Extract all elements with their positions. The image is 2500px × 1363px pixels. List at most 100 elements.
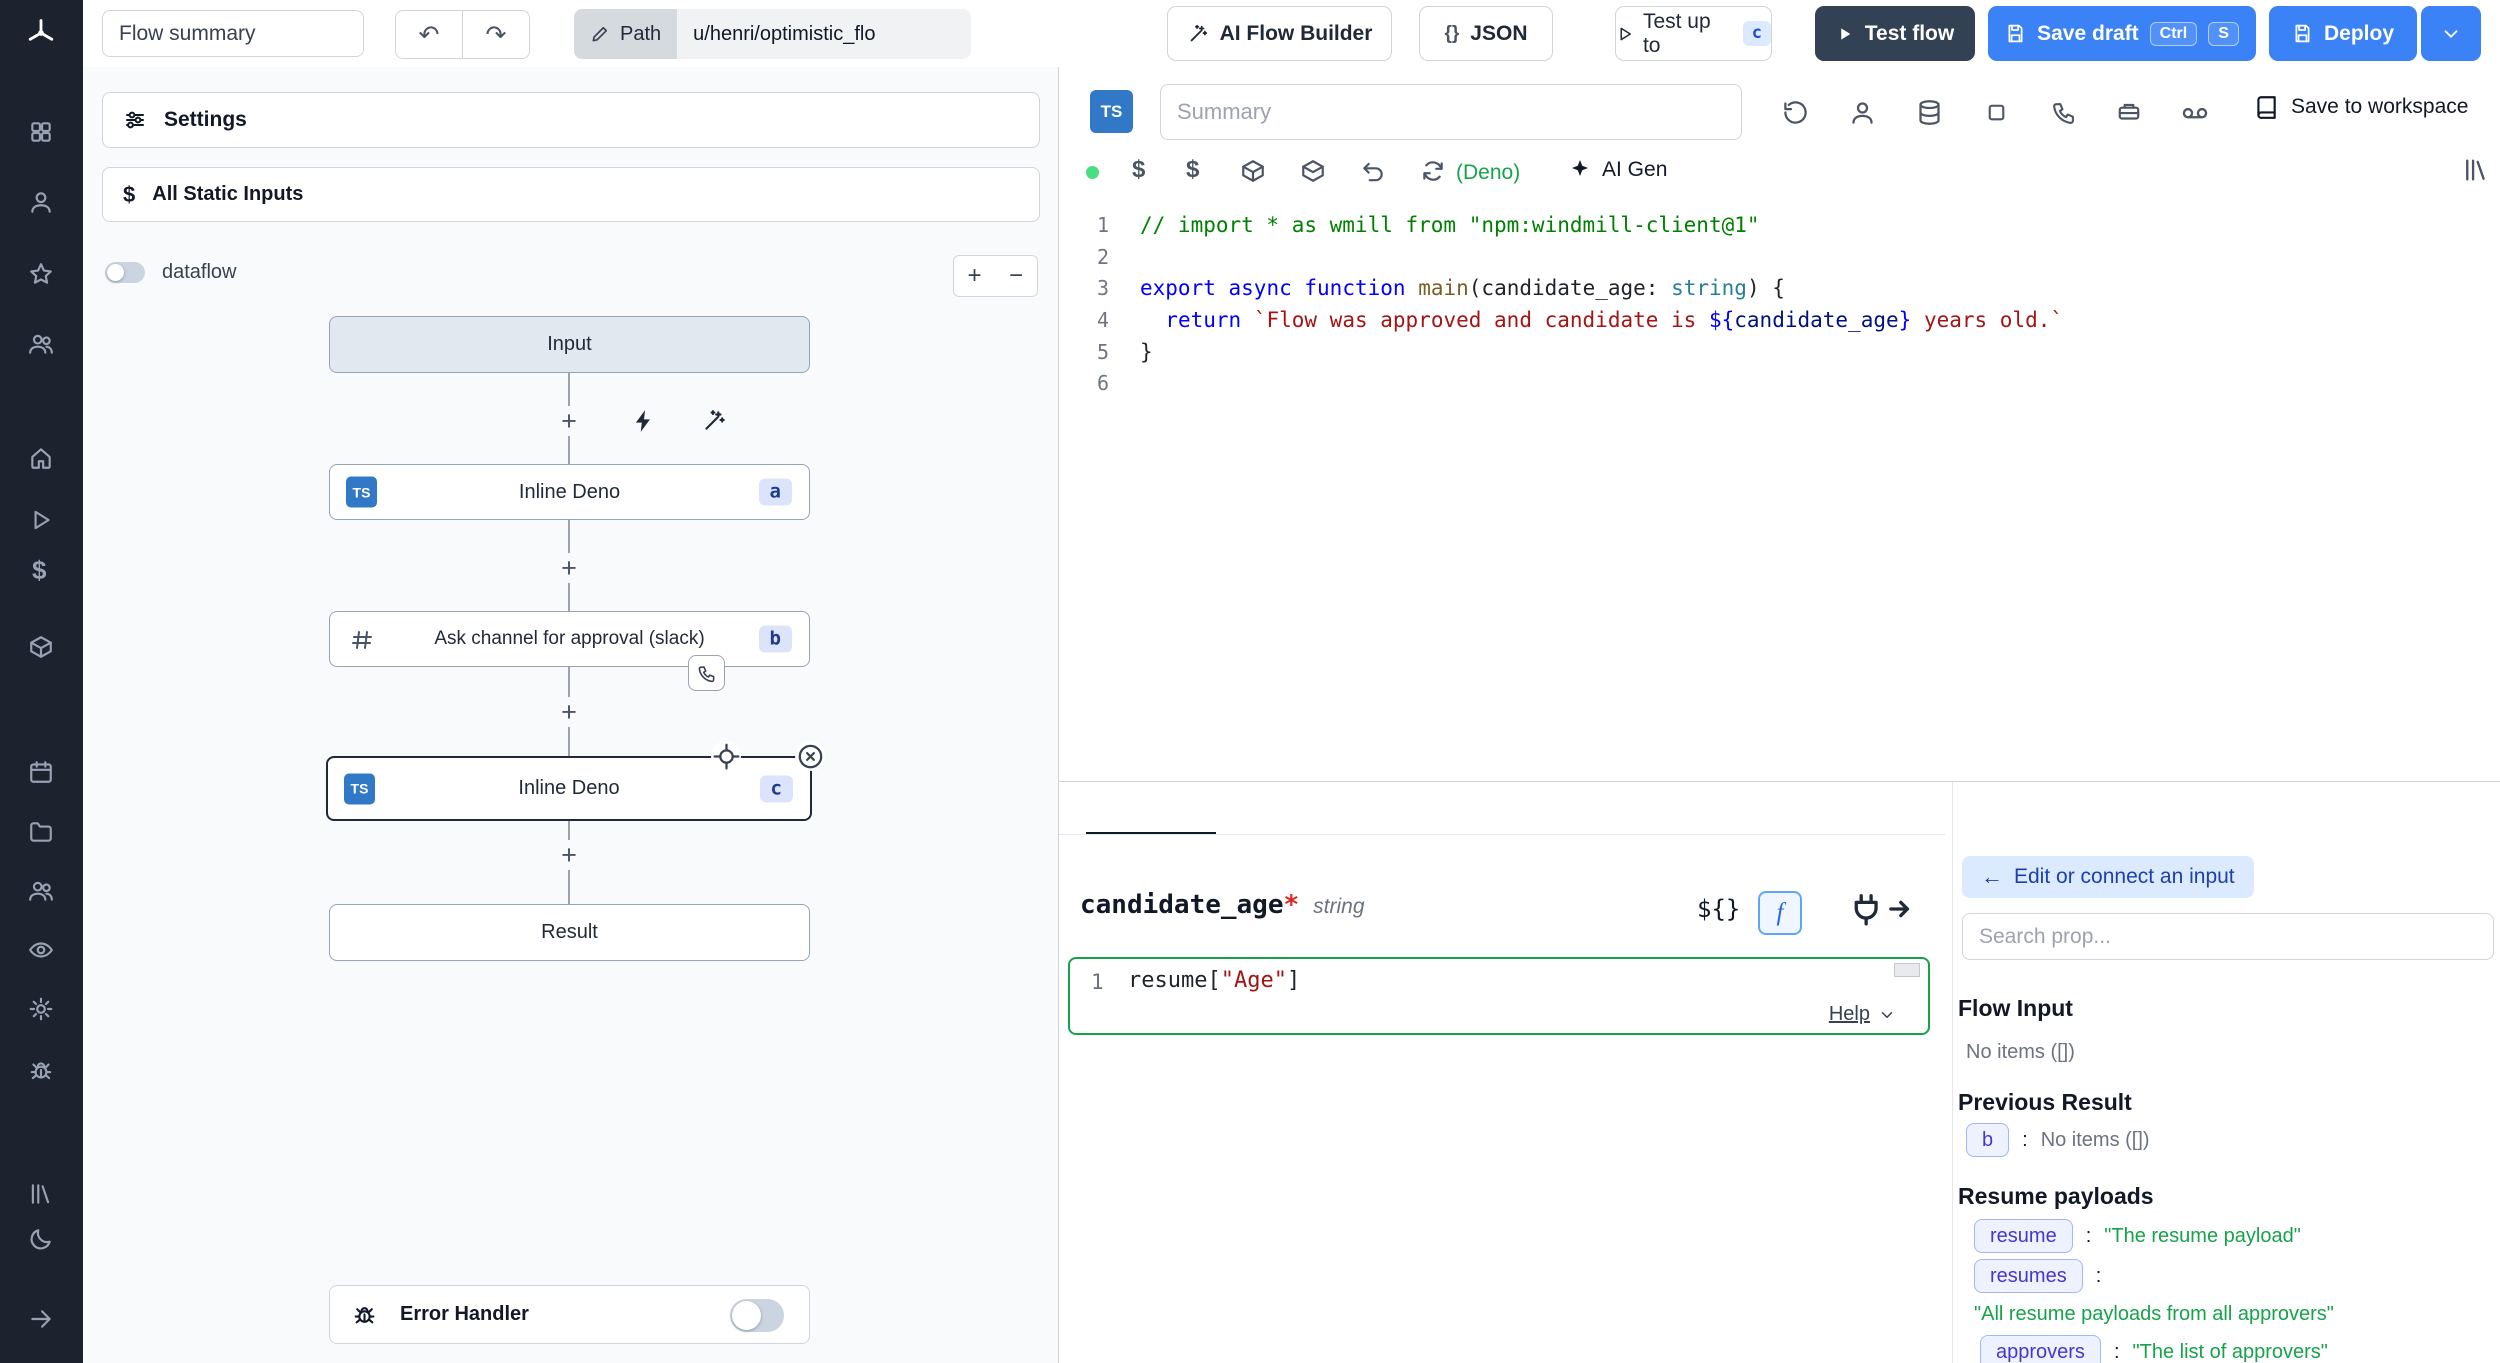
ai-flow-builder-label: AI Flow Builder [1220,22,1373,46]
cache-database-icon[interactable] [1911,94,1947,130]
summary-input[interactable] [1160,84,1742,140]
flow-input-title: Flow Input [1958,995,2073,1022]
workers-bug-icon[interactable] [28,1058,54,1084]
test-flow-button[interactable]: Test flow [1815,6,1975,61]
template-string-button[interactable]: ${} [1697,895,1740,923]
resume-badge[interactable]: resume [1974,1219,2073,1253]
previous-result-badge[interactable]: b [1966,1123,2009,1157]
node-b-approval[interactable]: Ask channel for approval (slack) b [329,611,810,667]
home-icon[interactable] [28,445,54,471]
windmill-logo-icon[interactable] [24,16,58,50]
package-import-icon[interactable] [1300,158,1326,184]
previous-result-row: b : No items ([]) [1966,1123,2150,1157]
zoom-in-button[interactable]: + [953,255,996,297]
node-result[interactable]: Result [329,904,810,961]
ai-gen-button[interactable]: AI Gen [1568,158,1667,182]
editor-scrollbar[interactable] [1894,963,1920,977]
help-link[interactable]: Help [1829,1003,1896,1026]
topbar: ↶ ↷ Path u/henri/optimistic_flo AI Flow … [83,0,2500,68]
dark-mode-moon-icon[interactable] [28,1226,54,1252]
settings-gear-icon[interactable] [28,996,54,1022]
dollar-icon: $ [123,182,135,208]
star-icon[interactable] [28,261,54,287]
path-value[interactable]: u/henri/optimistic_flo [693,23,875,46]
error-handler-toggle[interactable] [730,1299,784,1332]
test-up-to-button[interactable]: Test up to c [1615,6,1772,61]
edit-connect-input-button[interactable]: ← Edit or connect an input [1962,856,2254,898]
deploy-more-button[interactable] [2421,6,2481,61]
insert-step-button[interactable]: + [554,840,584,870]
node-input[interactable]: Input [329,316,810,373]
collapse-arrow-icon[interactable] [28,1306,54,1332]
lang-badge-label: TS [1101,102,1123,122]
node-b-id-badge: b [759,626,792,653]
path-control[interactable]: Path u/henri/optimistic_flo [574,9,971,59]
code-content[interactable]: // import * as wmill from "npm:windmill-… [1140,210,2063,400]
undo-button[interactable]: ↶ [396,11,463,58]
deploy-button[interactable]: Deploy [2269,6,2417,61]
suspend-phone-icon[interactable] [2045,94,2081,130]
flow-settings-row[interactable]: Settings [102,92,1040,148]
trigger-bolt-icon[interactable] [629,406,659,436]
flow-summary-input[interactable] [102,10,364,57]
node-a-inline-deno[interactable]: TS Inline Deno a [329,464,810,520]
dataflow-toggle[interactable] [105,262,145,283]
groups-icon[interactable] [28,878,54,904]
save-icon [2005,23,2026,44]
expression-editor[interactable]: 1 resume["Age"] Help [1068,957,1930,1035]
mock-voicemail-icon[interactable] [2177,94,2213,130]
resources-icon[interactable] [28,634,54,660]
docs-books-icon[interactable] [28,1181,54,1207]
save-to-workspace-button[interactable]: Save to workspace [2253,94,2468,120]
variables-dollar-icon[interactable]: $ [32,555,46,586]
wand-icon [1187,23,1209,45]
insert-step-button[interactable]: + [554,697,584,727]
insert-step-button[interactable]: + [554,406,584,436]
plug-arrow-icon[interactable] [1848,889,1914,929]
runs-play-icon[interactable] [28,507,54,533]
schedules-calendar-icon[interactable] [28,759,54,785]
save-draft-button[interactable]: Save draft Ctrl S [1988,6,2256,61]
colon: : [2096,1265,2102,1288]
approvers-badge[interactable]: approvers [1980,1335,2101,1363]
zoom-out-button[interactable]: − [995,255,1038,297]
sidebar: $ [0,0,83,1363]
delete-node-icon[interactable] [795,741,825,771]
apps-icon[interactable] [28,119,54,145]
variables-dollar-icon[interactable]: $ [1132,156,1145,184]
pencil-icon [590,24,610,44]
folder-icon[interactable] [28,819,54,845]
suspend-phone-icon[interactable] [688,655,725,691]
history-icon[interactable] [1777,94,1813,130]
library-icon[interactable] [2462,156,2490,184]
static-inputs-row[interactable]: $ All Static Inputs [102,167,1040,222]
user-icon[interactable] [28,189,54,215]
function-connect-button[interactable]: f [1758,891,1802,935]
redo-button[interactable]: ↷ [463,11,529,58]
sleep-box-icon[interactable] [2111,94,2147,130]
search-prop-input[interactable] [1962,913,2494,960]
json-button[interactable]: {} JSON [1419,6,1553,61]
insert-step-button[interactable]: + [554,553,584,583]
json-label: JSON [1470,22,1527,46]
assistant-person-icon[interactable] [1844,94,1880,130]
package-icon[interactable] [1240,158,1266,184]
early-stop-square-icon[interactable] [1978,94,2014,130]
previous-result-empty: No items ([]) [2041,1129,2150,1152]
ai-wand-icon[interactable] [699,406,729,436]
undo-redo-group: ↶ ↷ [395,10,530,59]
ai-flow-builder-button[interactable]: AI Flow Builder [1167,6,1392,61]
error-handler-row[interactable]: Error Handler [329,1285,810,1344]
audit-eye-icon[interactable] [28,937,54,963]
sliders-icon [123,108,147,132]
expression-code[interactable]: resume["Age"] [1128,968,1300,993]
field-type: string [1313,895,1364,919]
resumes-badge[interactable]: resumes [1974,1259,2083,1293]
resources-dollar-icon[interactable]: $ [1186,156,1199,184]
play-icon [1836,25,1854,43]
move-crosshair-icon[interactable] [711,741,741,771]
undo-icon[interactable] [1360,158,1386,184]
reset-refresh-icon[interactable] [1420,158,1446,184]
users-icon[interactable] [28,331,54,357]
previous-result-title: Previous Result [1958,1089,2132,1116]
